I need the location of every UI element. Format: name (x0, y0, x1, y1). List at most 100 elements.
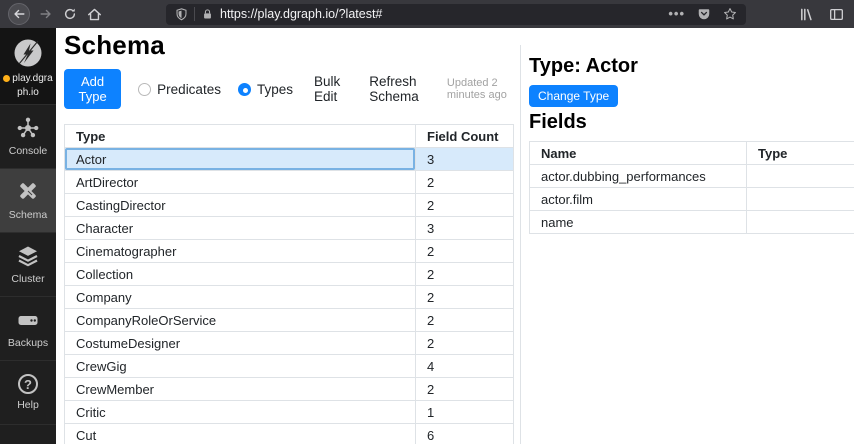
table-cell[interactable]: 2 (416, 194, 514, 217)
browser-reload-button[interactable] (63, 7, 77, 21)
radio-checked-icon (238, 83, 251, 96)
column-header: Type (747, 142, 854, 165)
sidebar-item-label: Backups (8, 337, 48, 349)
bookmark-star-icon[interactable] (723, 7, 737, 21)
table-row[interactable]: CastingDirector2 (65, 194, 514, 217)
browser-toolbar: https://play.dgraph.io/?latest# ••• (0, 0, 854, 28)
browser-forward-button[interactable] (39, 7, 53, 21)
table-row[interactable]: CrewMember2 (65, 378, 514, 401)
predicates-radio[interactable]: Predicates (138, 82, 221, 97)
help-question-icon: ? (18, 374, 38, 394)
table-row[interactable]: Actor3 (65, 148, 514, 171)
table-cell[interactable]: Collection (65, 263, 416, 286)
table-cell[interactable]: 2 (416, 309, 514, 332)
type-detail-title: Type: Actor (529, 55, 854, 78)
reload-icon (63, 7, 77, 21)
table-cell[interactable]: 2 (416, 263, 514, 286)
sidebar-item-backups[interactable]: Backups (0, 297, 56, 361)
table-cell[interactable]: 2 (416, 286, 514, 309)
library-icon[interactable] (799, 7, 814, 22)
table-row[interactable]: CompanyRoleOrService2 (65, 309, 514, 332)
sidebar-item-help[interactable]: ? Help (0, 361, 56, 425)
table-cell[interactable]: CastingDirector (65, 194, 416, 217)
url-bar-divider (194, 7, 195, 21)
table-row[interactable]: Collection2 (65, 263, 514, 286)
change-type-button[interactable]: Change Type (529, 85, 618, 107)
table-cell[interactable]: 2 (416, 240, 514, 263)
fields-table: NameTypeactor.dubbing_performancesactor.… (529, 141, 854, 234)
sidebar-item-label: Schema (9, 209, 48, 221)
table-cell[interactable]: Character (65, 217, 416, 240)
table-cell[interactable]: CompanyRoleOrService (65, 309, 416, 332)
table-row[interactable]: Critic1 (65, 401, 514, 424)
sidebar-item-console[interactable]: Console (0, 105, 56, 169)
app-sidebar: play.dgraph.io Console S (0, 28, 56, 444)
types-radio[interactable]: Types (238, 82, 293, 97)
table-row[interactable]: Character3 (65, 217, 514, 240)
table-cell[interactable] (747, 211, 854, 234)
radio-unchecked-icon (138, 83, 151, 96)
sidebar-toggle-icon[interactable] (829, 7, 844, 22)
table-cell[interactable]: Company (65, 286, 416, 309)
table-cell[interactable]: actor.dubbing_performances (530, 165, 747, 188)
table-cell[interactable]: Critic (65, 401, 416, 424)
table-row[interactable]: Cinematographer2 (65, 240, 514, 263)
table-cell[interactable] (747, 165, 854, 188)
table-row[interactable]: CostumeDesigner2 (65, 332, 514, 355)
page-title: Schema (64, 30, 520, 61)
table-cell[interactable]: Cut (65, 424, 416, 444)
table-cell[interactable]: CostumeDesigner (65, 332, 416, 355)
table-cell[interactable]: name (530, 211, 747, 234)
table-cell[interactable] (747, 188, 854, 211)
console-graph-icon (16, 116, 40, 140)
url-text[interactable]: https://play.dgraph.io/?latest# (220, 7, 660, 21)
table-cell[interactable]: Actor (65, 148, 416, 171)
back-arrow-icon (12, 7, 26, 21)
predicates-radio-label: Predicates (157, 82, 221, 97)
table-cell[interactable]: CrewMember (65, 378, 416, 401)
table-cell[interactable]: 3 (416, 217, 514, 240)
table-row[interactable]: CrewGig4 (65, 355, 514, 378)
table-cell[interactable]: 2 (416, 332, 514, 355)
refresh-schema-button[interactable]: Refresh Schema (369, 74, 434, 104)
sidebar-brand[interactable]: play.dgraph.io (0, 28, 56, 105)
table-row[interactable]: actor.film (530, 188, 854, 211)
browser-home-button[interactable] (87, 7, 102, 22)
table-cell[interactable]: actor.film (530, 188, 747, 211)
sidebar-item-cluster[interactable]: Cluster (0, 233, 56, 297)
home-icon (87, 7, 102, 22)
table-row[interactable]: Company2 (65, 286, 514, 309)
sidebar-item-schema[interactable]: Schema (0, 169, 56, 233)
table-cell[interactable]: 6 (416, 424, 514, 444)
table-cell[interactable]: Cinematographer (65, 240, 416, 263)
tracking-protection-shield-icon[interactable] (175, 8, 188, 21)
main-content: Schema Add Type Predicates Types Bulk Ed… (56, 28, 854, 444)
url-bar[interactable]: https://play.dgraph.io/?latest# ••• (166, 4, 746, 25)
fields-heading: Fields (529, 111, 854, 134)
browser-back-button[interactable] (8, 3, 30, 25)
table-header-row: TypeField Count (65, 125, 514, 148)
column-header: Name (530, 142, 747, 165)
table-cell[interactable]: 2 (416, 171, 514, 194)
table-header-row: NameType (530, 142, 854, 165)
table-row[interactable]: name (530, 211, 854, 234)
table-row[interactable]: actor.dubbing_performances (530, 165, 854, 188)
pocket-icon[interactable] (697, 7, 711, 21)
table-row[interactable]: Cut6 (65, 424, 514, 444)
add-type-button[interactable]: Add Type (64, 69, 121, 109)
table-row[interactable]: ArtDirector2 (65, 171, 514, 194)
cluster-layers-icon (16, 244, 40, 268)
table-cell[interactable]: 3 (416, 148, 514, 171)
table-cell[interactable]: 1 (416, 401, 514, 424)
table-cell[interactable]: 2 (416, 378, 514, 401)
schema-toolbar: Add Type Predicates Types Bulk Edit Refr… (64, 69, 520, 109)
table-cell[interactable]: 4 (416, 355, 514, 378)
bulk-edit-button[interactable]: Bulk Edit (314, 74, 348, 104)
column-header: Type (65, 125, 416, 148)
brand-label: play.dgraph.io (1, 72, 55, 99)
table-cell[interactable]: CrewGig (65, 355, 416, 378)
page-actions-icon[interactable]: ••• (668, 9, 685, 19)
https-lock-icon (202, 8, 213, 20)
dgraph-logo-icon (13, 38, 43, 68)
table-cell[interactable]: ArtDirector (65, 171, 416, 194)
